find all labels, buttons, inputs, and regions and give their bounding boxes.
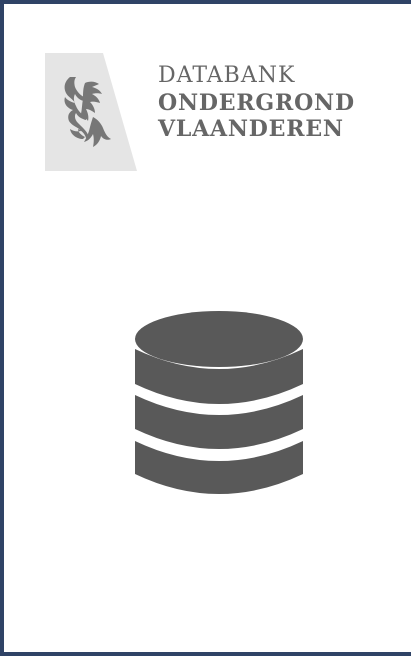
database-icon	[135, 311, 303, 494]
flemish-lion-icon	[45, 53, 137, 171]
databank-logo: DATABANK ONDERGROND VLAANDEREN	[45, 53, 385, 173]
logo-wordmark: DATABANK ONDERGROND VLAANDEREN	[158, 65, 355, 144]
splash-frame: DATABANK ONDERGROND VLAANDEREN	[0, 0, 411, 656]
logo-line-databank: DATABANK	[158, 63, 296, 88]
logo-line-vlaanderen: VLAANDEREN	[158, 116, 344, 142]
logo-line-ondergrond: ONDERGROND	[158, 90, 355, 116]
